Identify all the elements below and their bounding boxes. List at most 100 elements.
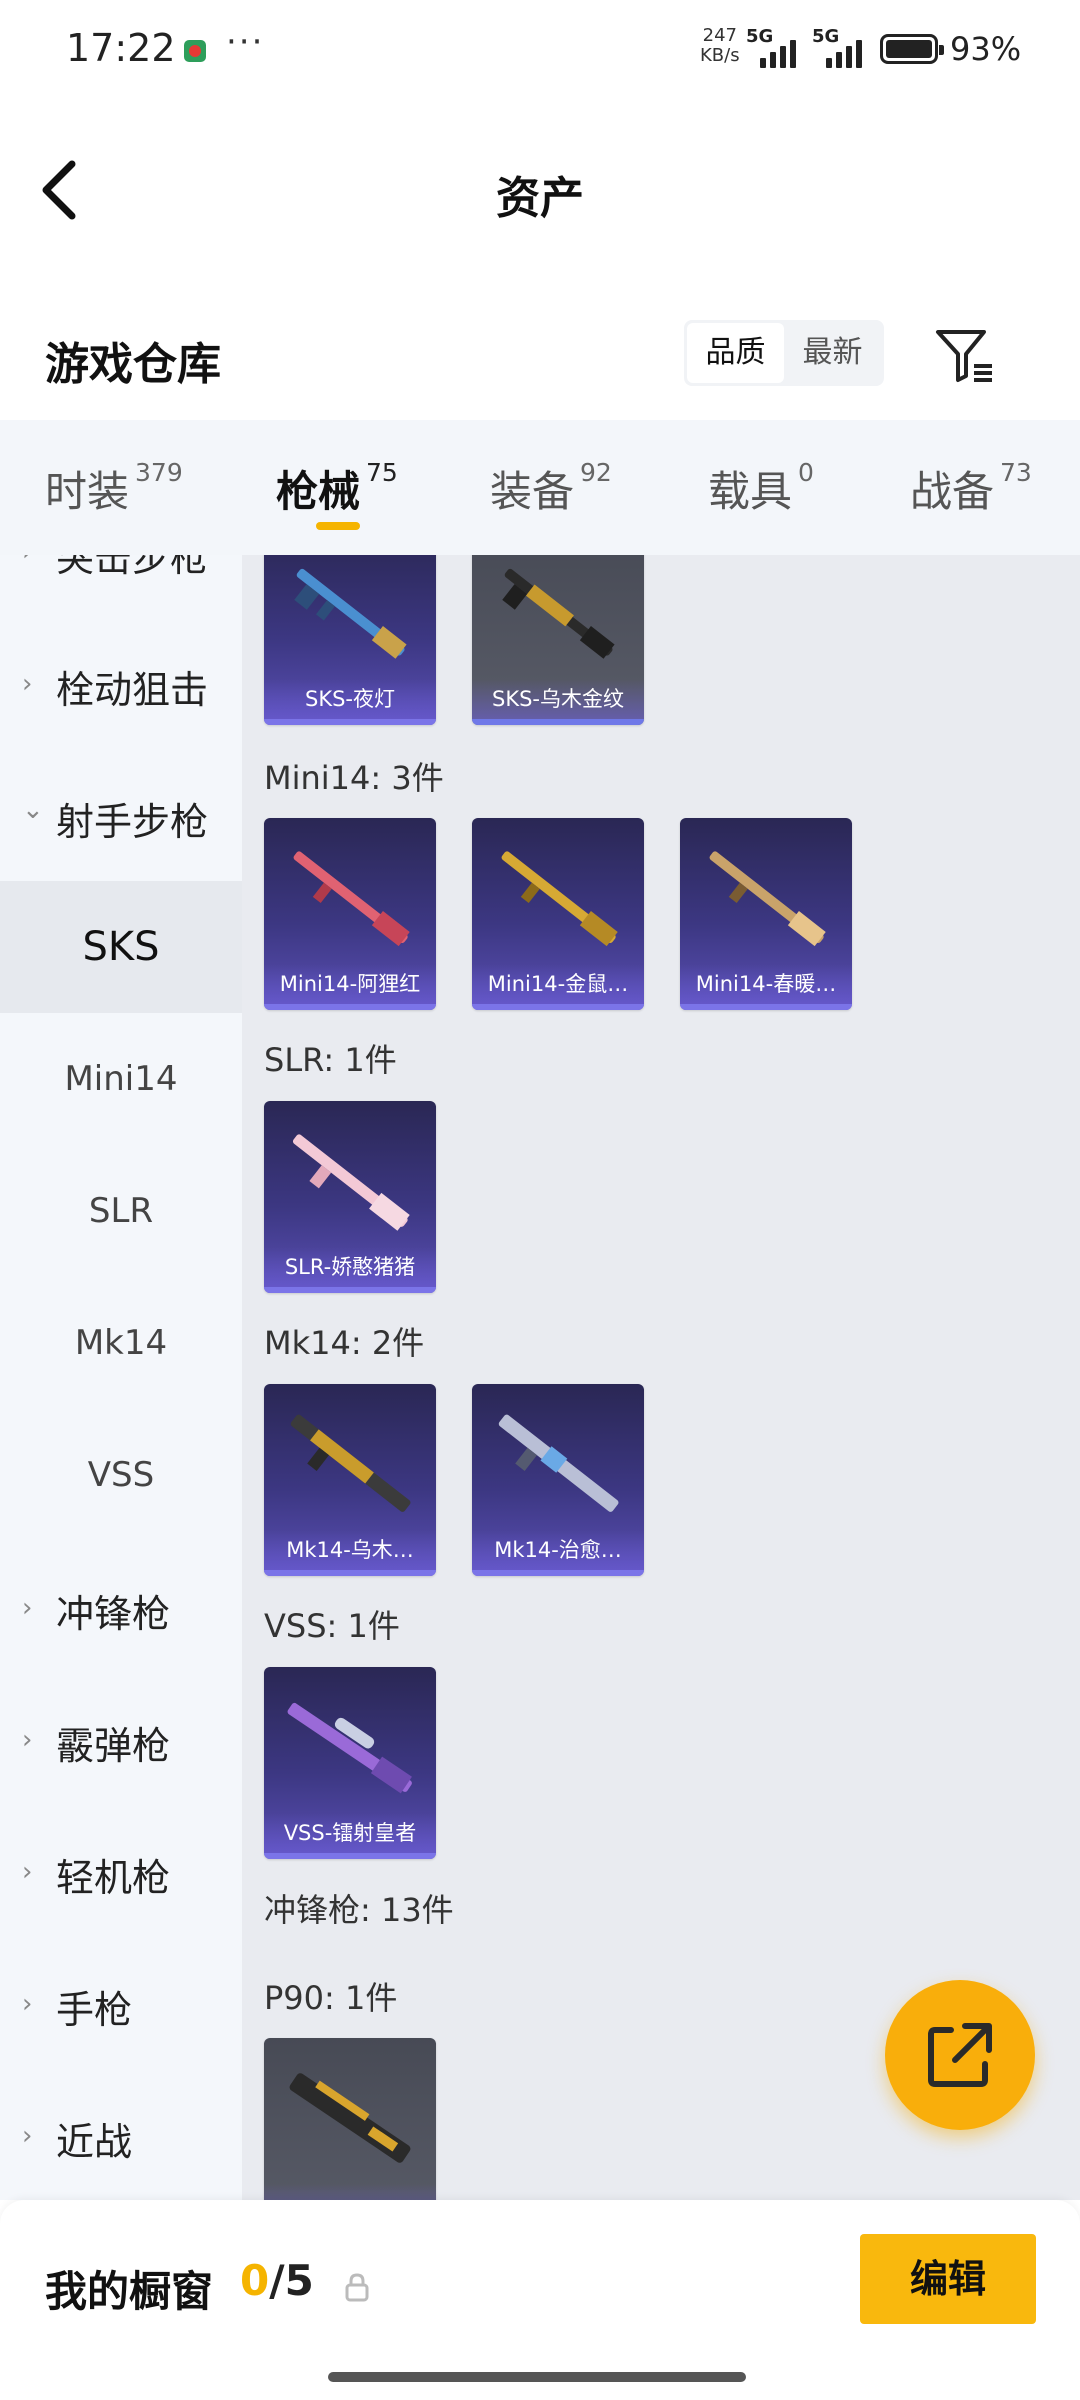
filter-button[interactable] [930, 320, 1000, 390]
filter-icon [936, 330, 992, 382]
tab-label: 战备 [910, 467, 995, 516]
showcase-count: 0/5 [240, 2256, 314, 2305]
header: 资产 [0, 100, 1080, 280]
net-speed-value: 247 [702, 25, 737, 46]
rifle-icon [709, 851, 826, 947]
rarity-bar [264, 1570, 436, 1576]
group-title: P90: 1件 [264, 1979, 398, 2017]
tab-weapons[interactable]: 枪械 75 [276, 458, 398, 519]
group-title: VSS: 1件 [264, 1607, 400, 1645]
weapon-card[interactable]: Mk14-治愈… [472, 1384, 644, 1576]
weapon-name: Mini14-阿狸红 [264, 964, 436, 1004]
weapon-card[interactable] [264, 2038, 436, 2200]
tab-supplies[interactable]: 战备 73 [910, 458, 1032, 519]
home-indicator[interactable] [328, 2372, 746, 2382]
battery-percent: 93% [950, 30, 1022, 68]
chevron-right-icon: › [22, 2121, 33, 2151]
rarity-bar [264, 1853, 436, 1859]
weapon-name: VSS-镭射皇者 [264, 1813, 436, 1853]
weapon-card[interactable]: Mk14-乌木… [264, 1384, 436, 1576]
group-title: SLR: 1件 [264, 1041, 397, 1079]
chevron-right-icon: › [22, 555, 32, 567]
tab-count: 0 [798, 458, 814, 487]
rarity-bar [264, 719, 436, 725]
signal-icon-2: 5G [812, 26, 872, 68]
chevron-right-icon: › [22, 1593, 33, 1623]
showcase-current: 0 [240, 2256, 270, 2305]
weapon-card[interactable]: Mini14-金鼠… [472, 818, 644, 1010]
battery-icon [880, 34, 944, 64]
weapon-name: Mini14-春暖… [680, 964, 852, 1004]
tab-label: 时装 [45, 467, 130, 516]
rarity-bar [264, 1004, 436, 1010]
showcase-total: /5 [269, 2256, 314, 2305]
warehouse-title: 游戏仓库 [45, 339, 221, 390]
more-notifications-icon: ··· [226, 22, 265, 62]
tab-vehicles[interactable]: 载具 0 [708, 458, 814, 519]
sniper-rifle-icon [287, 1702, 412, 1794]
chevron-right-icon: › [22, 669, 33, 699]
showcase-label: 我的橱窗 [45, 2267, 214, 2316]
sidebar-item-label: 轻机枪 [56, 1856, 171, 1900]
weapon-category-sidebar: › 突击步枪 › 栓动狙击 ⌄ 射手步枪 SKS Mini14 SLR Mk14… [0, 555, 242, 2200]
rarity-bar [472, 719, 644, 725]
weapon-card[interactable]: SKS-乌木金纹 [472, 555, 644, 725]
chevron-right-icon: › [22, 1725, 33, 1755]
net-speed: 247 KB/s [700, 26, 740, 66]
section-title: 冲锋枪: 13件 [264, 1891, 454, 1929]
share-button[interactable] [885, 1980, 1035, 2130]
sort-newest-button[interactable]: 最新 [784, 323, 881, 383]
weapon-name: Mk14-治愈… [472, 1530, 644, 1570]
tab-count: 75 [366, 458, 398, 487]
sidebar-item-pistol[interactable]: › 手枪 [0, 1937, 242, 2069]
tab-outfits[interactable]: 时装 379 [45, 458, 183, 519]
weapon-name: SKS-乌木金纹 [472, 679, 644, 719]
chevron-right-icon: › [22, 1857, 33, 1887]
category-tabs: 时装 379 枪械 75 装备 92 载具 0 战备 73 [0, 420, 1080, 555]
rifle-icon [294, 568, 407, 659]
group-title: Mk14: 2件 [264, 1324, 425, 1362]
page-title: 资产 [496, 173, 584, 224]
weapon-card[interactable]: SKS-夜灯 [264, 555, 436, 725]
sort-quality-button[interactable]: 品质 [687, 323, 784, 383]
sidebar-item-bolt-sniper[interactable]: › 栓动狙击 [0, 617, 242, 749]
share-icon [928, 2023, 992, 2087]
sidebar-item-smg[interactable]: › 冲锋枪 [0, 1541, 242, 1673]
tab-count: 73 [1000, 458, 1032, 487]
weapon-name: Mk14-乌木… [264, 1530, 436, 1570]
tab-equipment[interactable]: 装备 92 [490, 458, 612, 519]
sidebar-item-label: 近战 [56, 2120, 133, 2164]
weapon-card[interactable]: Mini14-阿狸红 [264, 818, 436, 1010]
weapon-name: Mini14-金鼠… [472, 964, 644, 1004]
warehouse-header: 游戏仓库 品质 最新 [0, 280, 1080, 420]
tab-count: 92 [580, 458, 612, 487]
rifle-icon [293, 851, 410, 947]
sidebar-item-lmg[interactable]: › 轻机枪 [0, 1805, 242, 1937]
weapon-card[interactable]: Mini14-春暖… [680, 818, 852, 1010]
weapon-card[interactable]: VSS-镭射皇者 [264, 1667, 436, 1859]
edit-button[interactable]: 编辑 [860, 2234, 1036, 2324]
rarity-bar [472, 1004, 644, 1010]
tab-count: 379 [135, 458, 183, 487]
rarity-bar [680, 1004, 852, 1010]
sidebar-item-label: 霰弹枪 [56, 1724, 171, 1768]
lock-icon [345, 2273, 369, 2302]
sidebar-sub-sks[interactable]: SKS [0, 881, 242, 1013]
sidebar-item-melee[interactable]: › 近战 [0, 2069, 242, 2200]
sidebar-item-shotgun[interactable]: › 霰弹枪 [0, 1673, 242, 1805]
status-time: 17:22 [66, 26, 176, 70]
sidebar-item-marksman-rifle[interactable]: ⌄ 射手步枪 [0, 749, 242, 881]
sidebar-sub-mk14[interactable]: Mk14 [0, 1277, 242, 1409]
sidebar-sub-slr[interactable]: SLR [0, 1145, 242, 1277]
sidebar-sub-vss[interactable]: VSS [0, 1409, 242, 1541]
weapon-name: SKS-夜灯 [264, 679, 436, 719]
weapon-card[interactable]: SLR-娇憨猪猪 [264, 1101, 436, 1293]
sidebar-item-assault-rifle[interactable]: › 突击步枪 [0, 555, 242, 617]
rifle-icon [290, 1414, 411, 1512]
tab-label: 载具 [708, 467, 793, 516]
active-tab-indicator [316, 522, 360, 530]
sidebar-sub-mini14[interactable]: Mini14 [0, 1013, 242, 1145]
showcase-bar: 我的橱窗 0/5 编辑 [0, 2200, 1080, 2400]
sidebar-item-label: 射手步枪 [56, 800, 209, 844]
tab-label: 装备 [490, 467, 575, 516]
